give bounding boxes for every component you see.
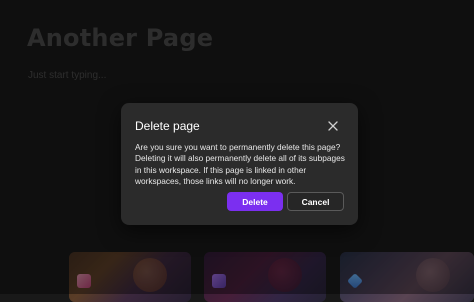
close-icon[interactable]: [325, 118, 341, 134]
delete-page-dialog: Delete page Are you sure you want to per…: [121, 103, 358, 225]
delete-button[interactable]: Delete: [227, 192, 283, 211]
cancel-button[interactable]: Cancel: [287, 192, 344, 211]
dialog-title: Delete page: [135, 119, 200, 133]
dialog-message: Are you sure you want to permanently del…: [135, 142, 345, 187]
